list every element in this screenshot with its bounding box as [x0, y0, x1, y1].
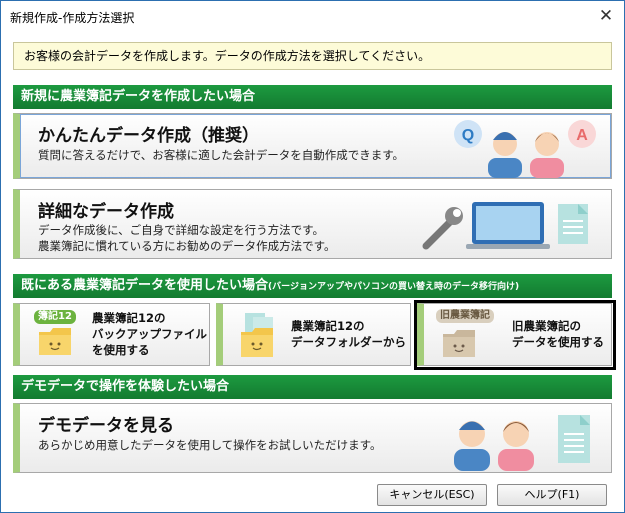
section-title-new: 新規に農業簿記データを作成したい場合: [21, 89, 256, 104]
section-header-new: 新規に農業簿記データを作成したい場合: [13, 85, 612, 109]
focus-rectangle: [414, 300, 616, 370]
data-folder-button[interactable]: 農業簿記12の データフォルダーから: [216, 303, 411, 366]
easy-create-desc: 質問に答えるだけで、お客様に適した会計データを自動作成できます。: [38, 148, 405, 162]
demo-data-title: デモデータを見る: [38, 416, 174, 436]
demo-data-desc: あらかじめ用意したデータを使用して操作をお試しいただけます。: [38, 438, 382, 452]
section-note-existing: (バージョンアップやパソコンの買い替え時のデータ移行向け): [268, 282, 520, 292]
backup-file-button[interactable]: 簿記12 農業簿記12の バックアップファイル を使用する: [13, 303, 210, 366]
detail-create-desc-2: 農業簿記に慣れている方にお勧めのデータ作成方法です。: [38, 239, 336, 253]
svg-text:A: A: [576, 127, 588, 144]
section-title-demo: デモデータで操作を体験したい場合: [21, 379, 230, 394]
demo-people-icon: [454, 415, 590, 471]
close-icon[interactable]: ✕: [594, 4, 618, 28]
info-message: お客様の会計データを作成します。データの作成方法を選択してください。: [13, 42, 612, 70]
detail-create-title: 詳細なデータ作成: [38, 202, 174, 222]
svg-text:Q: Q: [462, 127, 474, 144]
easy-create-title: かんたんデータ作成（推奨）: [38, 126, 259, 146]
help-button[interactable]: ヘルプ(F1): [497, 484, 607, 506]
detail-create-button[interactable]: 詳細なデータ作成 データ作成後に、ご自身で詳細な設定を行う方法です。 農業簿記に…: [13, 189, 612, 259]
window-title: 新規作成-作成方法選択: [10, 11, 135, 25]
section-header-existing: 既にある農業簿記データを使用したい場合(バージョンアップやパソコンの買い替え時の…: [13, 274, 612, 298]
easy-create-button[interactable]: かんたんデータ作成（推奨） 質問に答えるだけで、お客様に適した会計データを自動作…: [13, 113, 612, 179]
demo-data-button[interactable]: デモデータを見る あらかじめ用意したデータを使用して操作をお試しいただけます。: [13, 403, 612, 473]
dialog-window: 新規作成-作成方法選択 ✕ お客様の会計データを作成します。データの作成方法を選…: [0, 0, 625, 513]
data-folder-label-2: データフォルダーから: [291, 335, 406, 349]
backup-label-3: を使用する: [92, 343, 150, 357]
backup-label-2: バックアップファイル: [92, 327, 207, 341]
backup-badge: 簿記12: [34, 310, 76, 324]
backup-label-1: 農業簿記12の: [92, 311, 166, 325]
folder-documents-icon: [241, 313, 273, 357]
section-header-demo: デモデータで操作を体験したい場合: [13, 375, 612, 399]
section-title-existing: 既にある農業簿記データを使用したい場合: [21, 278, 269, 293]
folder-icon: [39, 328, 71, 355]
detail-create-desc-1: データ作成後に、ご自身で詳細な設定を行う方法です。: [38, 223, 325, 237]
wrench-laptop-icon: [422, 202, 588, 250]
title-bar: 新規作成-作成方法選択 ✕: [1, 1, 624, 32]
qa-people-icon: Q A: [454, 120, 596, 178]
data-folder-label-1: 農業簿記12の: [291, 319, 365, 333]
cancel-button[interactable]: キャンセル(ESC): [377, 484, 487, 506]
